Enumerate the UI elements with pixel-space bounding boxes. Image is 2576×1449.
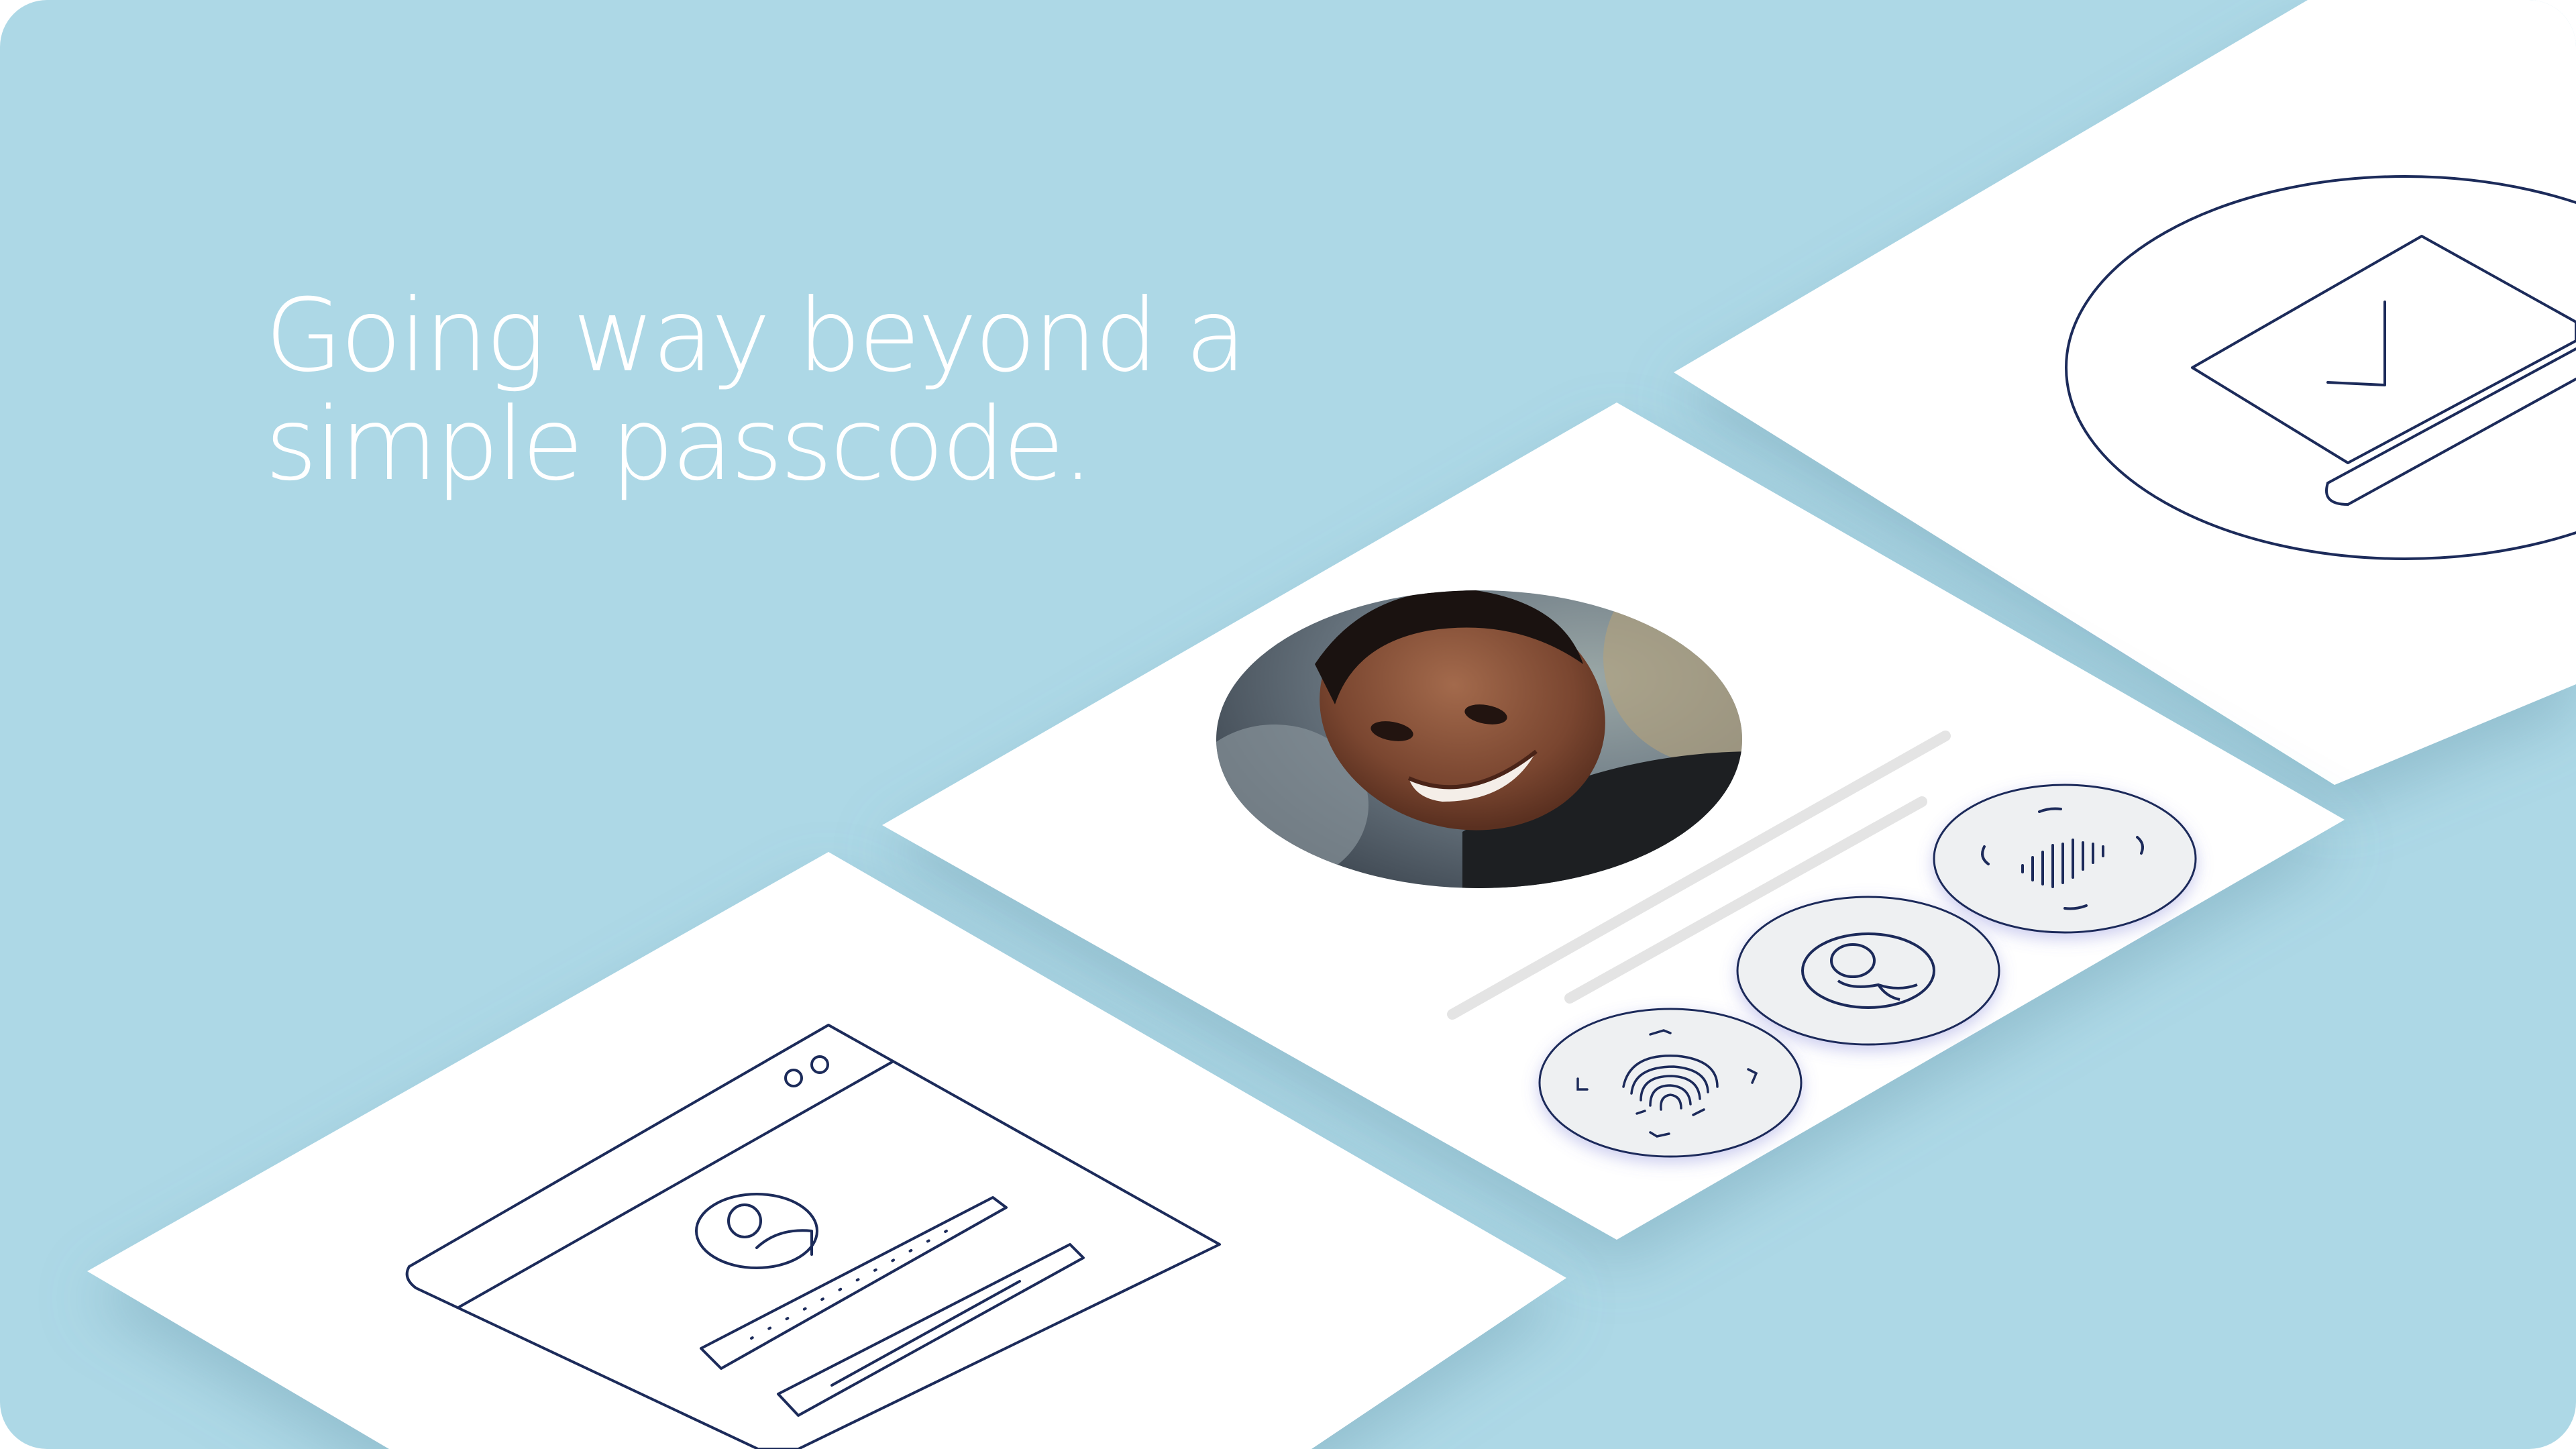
face-auth-button[interactable] (1736, 896, 2000, 1046)
fingerprint-auth-button[interactable] (1538, 1008, 1803, 1158)
headline-line-1: Going way beyond a (265, 278, 1246, 394)
headline: Going way beyond a simple passcode. (265, 282, 1338, 499)
isometric-illustration (0, 0, 2576, 1449)
headline-line-2: simple passcode. (265, 386, 1094, 503)
voice-auth-button[interactable] (1933, 784, 2197, 934)
hero-banner: Going way beyond a simple passcode. (0, 0, 2576, 1449)
